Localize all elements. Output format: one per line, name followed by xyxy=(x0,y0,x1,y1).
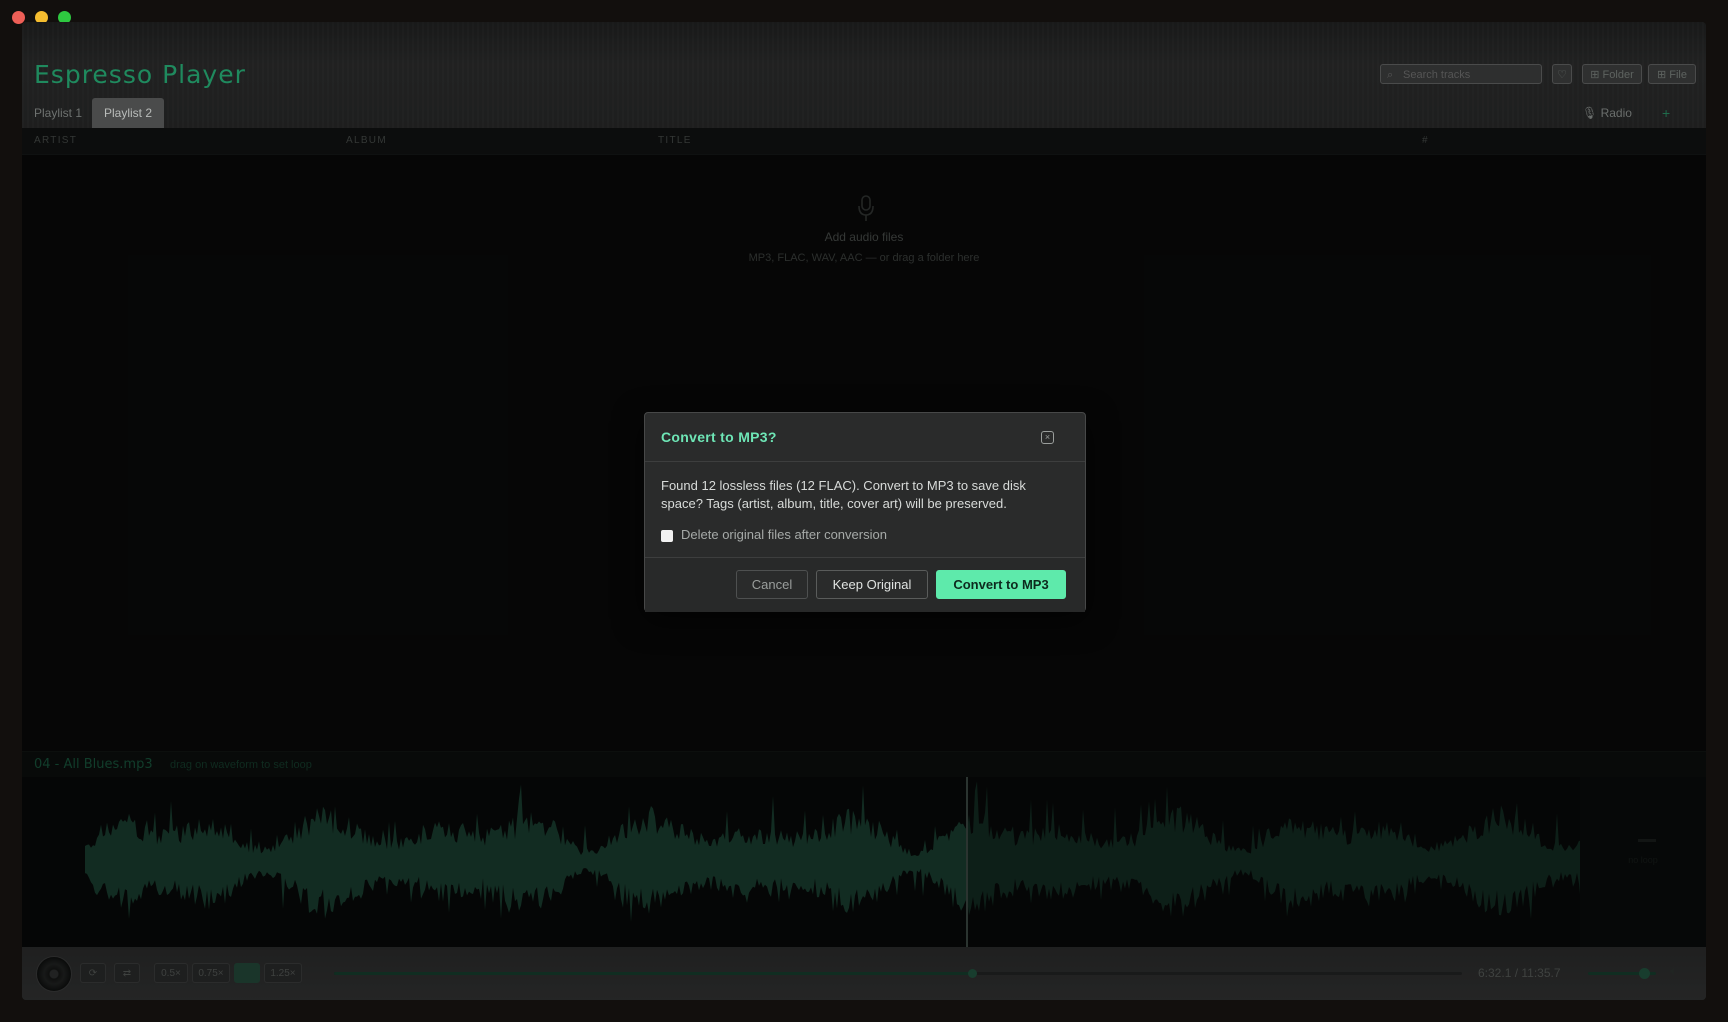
plus-icon: ⊞ xyxy=(1590,69,1603,81)
tab-playlist-2[interactable]: Playlist 2 xyxy=(92,98,165,128)
add-file-button[interactable]: ⊞ File xyxy=(1648,64,1696,84)
delete-originals-label[interactable]: Delete original files after conversion xyxy=(681,527,887,542)
dialog-title: Convert to MP3? xyxy=(661,429,777,445)
mic-icon: 🎙︎ xyxy=(1582,106,1598,120)
convert-to-mp3-button[interactable]: Convert to MP3 xyxy=(936,570,1066,599)
add-folder-label: Folder xyxy=(1602,69,1634,81)
search-icon: ⌕ xyxy=(1387,69,1394,81)
app-window: Espresso Player ⌕ Search tracks ♡ ⊞ Fold… xyxy=(22,22,1706,1000)
plus-icon: ⊞ xyxy=(1656,69,1670,81)
cancel-button[interactable]: Cancel xyxy=(736,570,808,599)
dialog-footer: Cancel Keep Original Convert to MP3 xyxy=(645,557,1085,612)
search-placeholder: Search tracks xyxy=(1403,69,1471,81)
app-title: Espresso Player xyxy=(34,60,246,89)
delete-originals-checkbox[interactable] xyxy=(661,530,673,542)
close-icon[interactable]: × xyxy=(1041,431,1054,444)
dialog-header: Convert to MP3? × xyxy=(645,413,1085,462)
tab-playlist-1[interactable]: Playlist 1 xyxy=(22,98,94,128)
search-input[interactable]: ⌕ Search tracks xyxy=(1380,64,1542,84)
add-folder-button[interactable]: ⊞ Folder xyxy=(1582,64,1642,84)
favorites-button[interactable]: ♡ xyxy=(1552,64,1572,84)
keep-original-button[interactable]: Keep Original xyxy=(816,570,928,599)
radio-tab[interactable]: 🎙︎ Radio xyxy=(1582,98,1632,128)
add-file-label: File xyxy=(1669,69,1687,81)
dialog-message: Found 12 lossless files (12 FLAC). Conve… xyxy=(661,478,1026,511)
radio-label: Radio xyxy=(1600,106,1632,120)
add-playlist-button[interactable]: + xyxy=(1662,98,1670,128)
heart-icon: ♡ xyxy=(1557,69,1567,81)
convert-dialog: Convert to MP3? × Found 12 lossless file… xyxy=(644,412,1086,612)
